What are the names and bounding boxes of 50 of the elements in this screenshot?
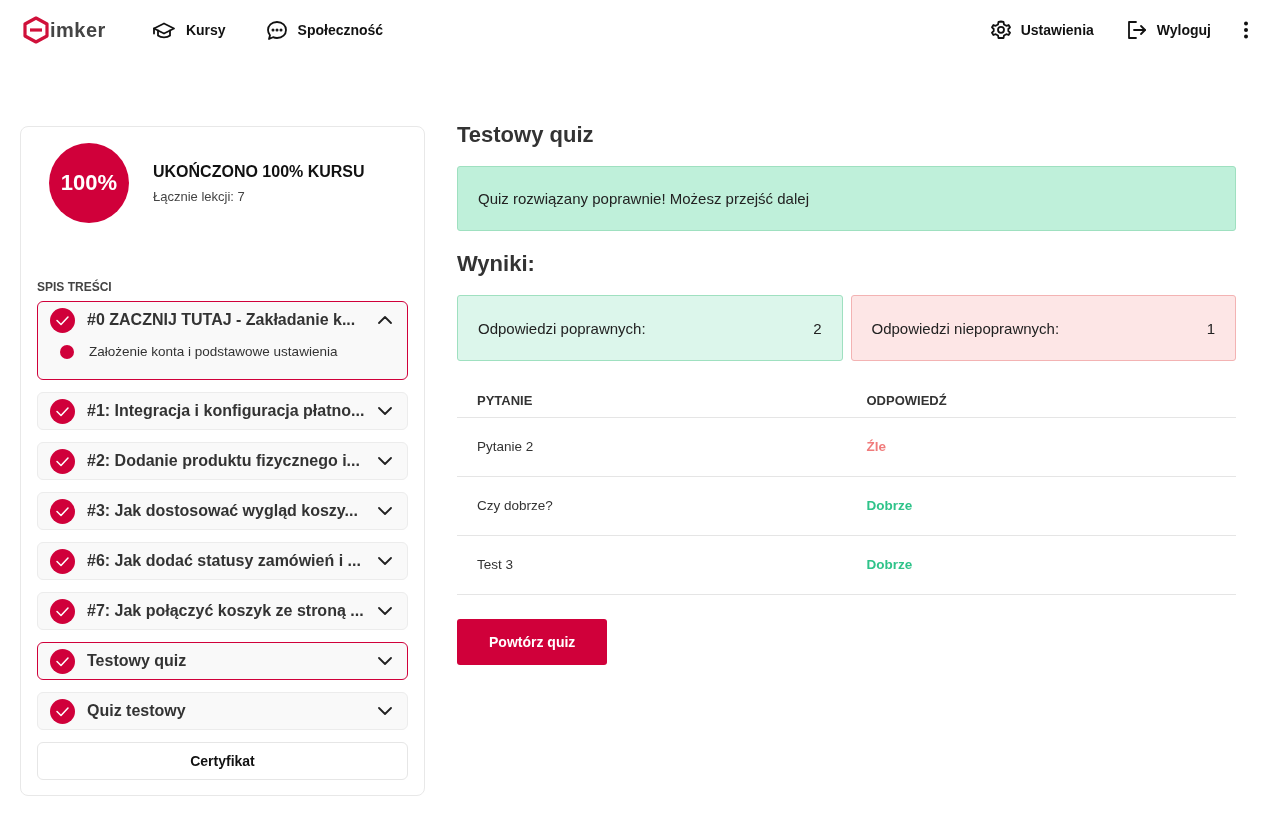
certificate-button[interactable]: Certyfikat — [37, 742, 408, 780]
chevron-down-icon — [378, 457, 392, 465]
speech-bubble-icon — [265, 19, 288, 41]
alert-message: Quiz rozwiązany poprawnie! Możesz przejść dalej — [457, 166, 1236, 231]
chevron-down-icon — [378, 407, 392, 415]
table-cell: Czy dobrze? — [457, 476, 847, 536]
chevron-down-icon — [378, 557, 392, 565]
graduation-cap-icon — [151, 20, 176, 40]
column-header: PYTANIE — [457, 383, 847, 418]
chapter-header[interactable]: #1: Integracja i konfiguracja płatno... — [38, 393, 407, 429]
lesson-count: Łącznie lekcji: 7 — [153, 188, 246, 204]
column-header: ODPOWIEDŹ — [846, 383, 1236, 418]
chapter-header[interactable]: #0 ZACZNIJ TUTAJ - Zakładanie k... — [38, 302, 407, 338]
chapter-header[interactable]: #7: Jak połączyć koszyk ze stroną ... — [38, 593, 407, 629]
chevron-up-icon — [378, 316, 392, 324]
chapter-header[interactable]: #3: Jak dostosować wygląd koszy... — [38, 493, 407, 529]
progress-badge: 100% — [49, 143, 129, 223]
section-heading: SPIS TREŚCI — [37, 280, 113, 294]
chapter-header[interactable]: Testowy quiz — [38, 643, 407, 679]
nav-link[interactable]: Wyloguj — [1125, 20, 1211, 40]
progress-title: UKOŃCZONO 100% KURSU — [153, 162, 365, 181]
answer-status: Dobrze — [846, 535, 1236, 595]
chevron-down-icon — [378, 507, 392, 515]
chapter-header[interactable]: Quiz testowy — [38, 693, 407, 729]
logo-text[interactable]: imker — [50, 18, 106, 42]
retry-quiz-button[interactable]: Powtórz quiz — [457, 619, 608, 665]
table-cell: Test 3 — [457, 535, 847, 595]
chevron-down-icon — [378, 657, 392, 665]
answer-status: Dobrze — [846, 476, 1236, 536]
more-menu-icon[interactable] — [1243, 21, 1249, 39]
result-label: Odpowiedzi niepoprawnych: — [871, 319, 1060, 337]
lesson-link[interactable]: Założenie konta i podstawowe ustawienia — [89, 344, 338, 359]
result-count: 1 — [1206, 319, 1215, 337]
settings-icon — [990, 20, 1011, 40]
nav-link[interactable]: Społeczność — [265, 19, 384, 41]
chapter-header[interactable]: #2: Dodanie produktu fizycznego i... — [38, 443, 407, 479]
nav-link[interactable]: Ustawienia — [990, 20, 1094, 40]
table-cell: Pytanie 2 — [457, 417, 847, 477]
page-title: Testowy quiz — [457, 122, 595, 148]
chevron-down-icon — [378, 707, 392, 715]
nav-link[interactable]: Kursy — [151, 19, 226, 41]
chapter-header[interactable]: #6: Jak dodać statusy zamówień i ... — [38, 543, 407, 579]
logout-icon — [1125, 20, 1147, 40]
result-label: Odpowiedzi poprawnych: — [478, 319, 646, 337]
section-heading: Wyniki: — [457, 251, 536, 277]
bullet-dot — [60, 344, 74, 359]
chevron-down-icon — [378, 607, 392, 615]
logo-icon — [23, 16, 49, 44]
result-count: 2 — [813, 319, 822, 337]
answer-status: Źle — [846, 417, 1236, 477]
